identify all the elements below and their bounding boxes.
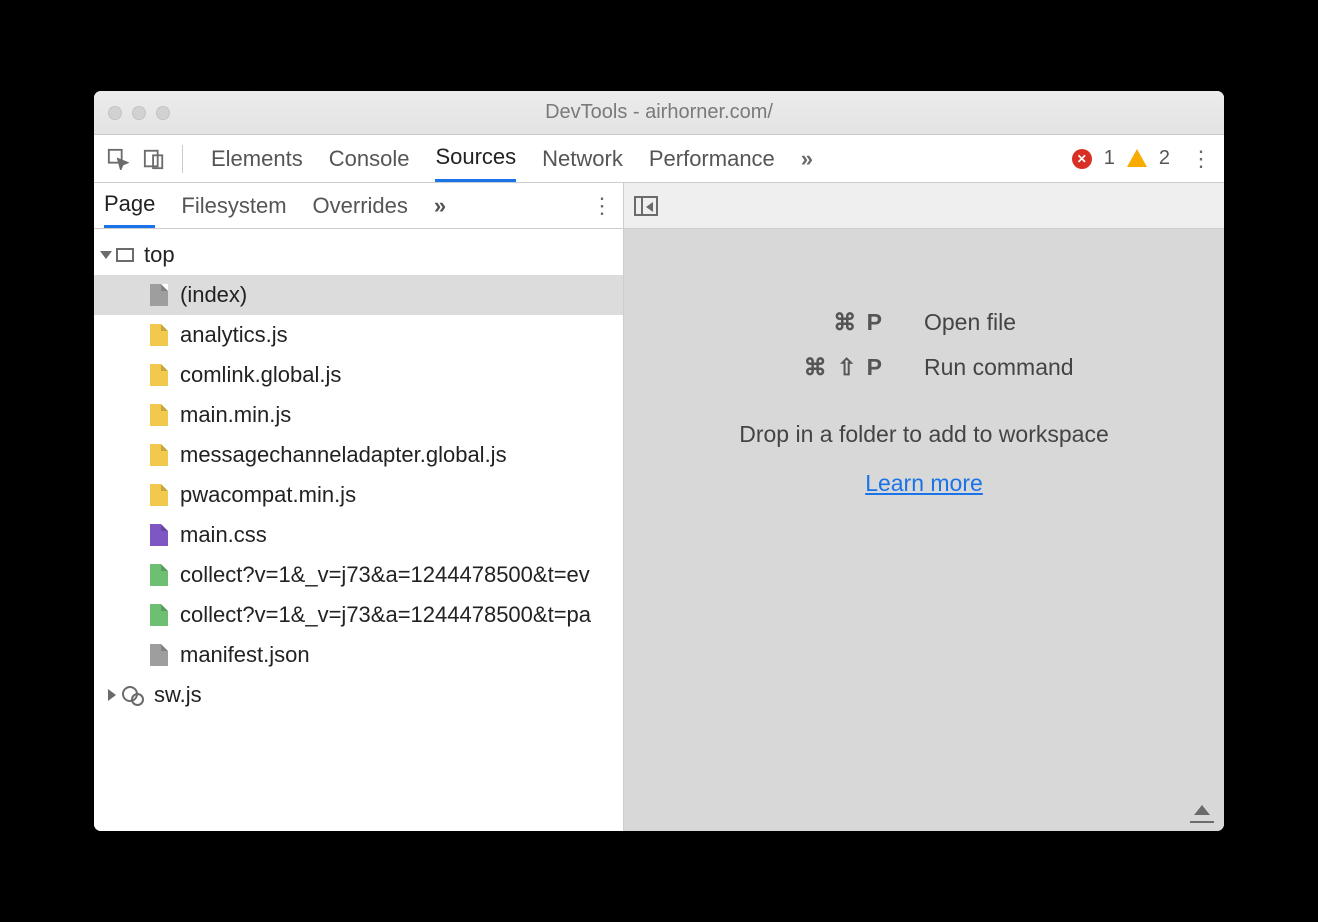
file-row[interactable]: (index) [94,275,623,315]
separator [182,145,183,173]
file-name: main.min.js [180,402,291,428]
file-row[interactable]: main.css [94,515,623,555]
settings-kebab-icon[interactable]: ⋮ [1190,146,1212,172]
shortcut-open-keys: ⌘ P [714,309,884,336]
tabbar-status: 1 2 ⋮ [1072,146,1218,172]
shortcut-open-file: ⌘ P Open file [714,309,1134,336]
tab-sources[interactable]: Sources [435,135,516,182]
file-name: messagechanneladapter.global.js [180,442,507,468]
file-name: manifest.json [180,642,310,668]
tree-top-frame[interactable]: top [94,235,623,275]
file-icon [150,444,168,466]
device-toolbar-icon[interactable] [136,141,172,177]
navigator-kebab-icon[interactable]: ⋮ [591,193,613,219]
learn-more-link[interactable]: Learn more [865,470,983,497]
editor-pane: ⌘ P Open file ⌘ ⇧ P Run command Drop in … [624,183,1224,831]
file-row[interactable]: pwacompat.min.js [94,475,623,515]
file-icon [150,644,168,666]
warning-count: 2 [1159,147,1170,170]
file-icon [150,604,168,626]
inspect-element-icon[interactable] [100,141,136,177]
file-tree: top (index) analytics.js comlink.global.js… [94,229,623,831]
error-badge-icon[interactable] [1072,149,1092,169]
more-navigator-tabs-icon[interactable]: » [434,193,446,219]
panel-tabbar: Elements Console Sources Network Performance… [94,135,1224,183]
navigator-tabs: Page Filesystem Overrides [104,183,408,228]
file-row[interactable]: analytics.js [94,315,623,355]
chevron-right-icon [108,689,116,701]
file-row[interactable]: manifest.json [94,635,623,675]
file-icon [150,284,168,306]
file-name: main.css [180,522,267,548]
file-name: collect?v=1&_v=j73&a=1244478500&t=pa [180,602,591,628]
file-icon [150,524,168,546]
file-name: comlink.global.js [180,362,341,388]
file-icon [150,404,168,426]
file-name: (index) [180,282,247,308]
editor-placeholder: ⌘ P Open file ⌘ ⇧ P Run command Drop in … [624,229,1224,831]
file-row[interactable]: comlink.global.js [94,355,623,395]
navigator-tab-filesystem[interactable]: Filesystem [181,183,286,228]
sources-body: Page Filesystem Overrides » ⋮ top (index) a… [94,183,1224,831]
tab-performance[interactable]: Performance [649,135,775,182]
file-row[interactable]: collect?v=1&_v=j73&a=1244478500&t=pa [94,595,623,635]
file-name: collect?v=1&_v=j73&a=1244478500&t=ev [180,562,590,588]
titlebar: DevTools - airhorner.com/ [94,91,1224,135]
tree-top-label: top [144,242,175,268]
file-row[interactable]: messagechanneladapter.global.js [94,435,623,475]
navigator-pane: Page Filesystem Overrides » ⋮ top (index) a… [94,183,624,831]
tab-elements[interactable]: Elements [211,135,303,182]
tab-network[interactable]: Network [542,135,623,182]
tab-console[interactable]: Console [329,135,410,182]
file-icon [150,564,168,586]
window-title: DevTools - airhorner.com/ [94,101,1224,124]
file-icon [150,364,168,386]
navigator-tab-page[interactable]: Page [104,183,155,228]
devtools-window: DevTools - airhorner.com/ Elements Consol… [94,91,1224,831]
frame-icon [116,248,134,262]
file-icon [150,484,168,506]
shortcut-run-keys: ⌘ ⇧ P [714,354,884,381]
editor-topbar [624,183,1224,229]
service-worker-icon [122,684,144,706]
navigator-tabbar: Page Filesystem Overrides » ⋮ [94,183,623,229]
tree-sw-label: sw.js [154,682,202,708]
panel-tabs: Elements Console Sources Network Performance [211,135,775,182]
navigator-tab-overrides[interactable]: Overrides [313,183,408,228]
chevron-down-icon [100,251,112,259]
drawer-toggle-icon[interactable] [1190,803,1214,823]
shortcut-run-label: Run command [924,354,1074,381]
file-icon [150,324,168,346]
file-row[interactable]: collect?v=1&_v=j73&a=1244478500&t=ev [94,555,623,595]
error-count: 1 [1104,147,1115,170]
workspace-drop-text: Drop in a folder to add to workspace [739,421,1108,448]
file-name: pwacompat.min.js [180,482,356,508]
file-row[interactable]: main.min.js [94,395,623,435]
shortcut-open-label: Open file [924,309,1016,336]
more-panels-icon[interactable]: » [801,146,813,172]
toggle-navigator-icon[interactable] [634,196,658,216]
shortcut-run-command: ⌘ ⇧ P Run command [714,354,1134,381]
warning-badge-icon[interactable] [1127,149,1147,167]
tree-service-worker[interactable]: sw.js [94,675,623,715]
file-name: analytics.js [180,322,288,348]
